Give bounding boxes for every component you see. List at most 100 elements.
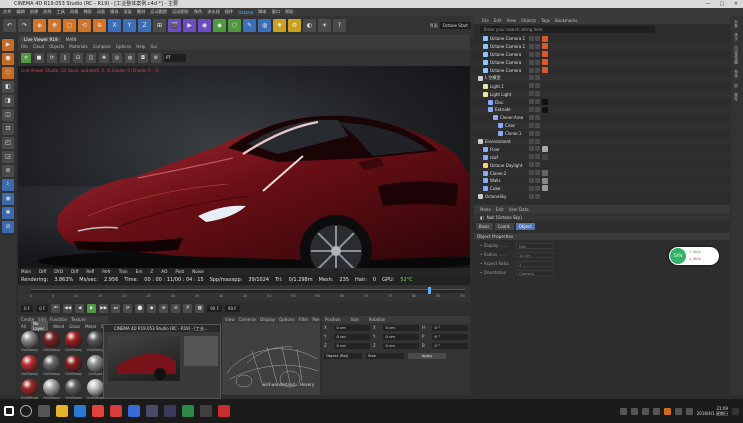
tool-button[interactable]: ⊚ [2,165,14,177]
size-field[interactable]: 0 cm [383,343,419,349]
restart-icon[interactable]: ⟳ [47,53,57,63]
render-pass-tab[interactable]: Main [21,269,31,274]
material-menu-item[interactable]: Texture [71,317,86,322]
tool-button[interactable]: ▶ [2,39,14,51]
apply-button[interactable]: Apply [408,353,446,359]
visibility-toggles[interactable] [529,193,540,199]
taskbar-preview-popup[interactable]: CINEMA 4D R19.053 Studio (RC - R19) - [工… [103,324,221,399]
right-tab[interactable]: 层 [735,84,740,88]
network-speed-widget[interactable]: 54% ↑ 0K/s ↓ 0K/s [669,247,719,265]
minimize-button[interactable]: — [701,0,715,8]
attribute-tab[interactable]: Object [515,222,535,230]
visibility-dot[interactable] [529,36,534,41]
visibility-dot[interactable] [529,43,534,49]
tool-button[interactable]: ◫ [2,109,14,121]
render-dot[interactable] [535,83,540,89]
object-row[interactable]: Ciroc [474,121,730,130]
object-menu-item[interactable]: Bookmarks [555,18,577,23]
render-dot[interactable] [535,51,540,57]
live-viewer-menu-item[interactable]: Options [116,44,131,49]
material-swatch[interactable]: OctGlossy [42,331,61,352]
tray-icon-1[interactable] [619,407,627,415]
material-swatch[interactable]: OctGlossy [42,355,61,376]
app-red-icon[interactable] [110,405,122,417]
material-swatch[interactable]: OctGlossy [20,331,39,352]
object-menu-item[interactable]: Edit [494,18,502,23]
lock-icon[interactable]: ⊡ [73,53,83,63]
visibility-dot[interactable] [529,185,534,191]
visibility-toggles[interactable] [529,99,540,105]
frame-start-field[interactable]: 0 F [21,304,34,312]
render-pass-tab[interactable]: Post [175,269,184,274]
camera-icon[interactable]: ◘ [138,53,148,63]
tool-button[interactable]: ✱ [2,207,14,219]
visibility-dot[interactable] [529,114,534,120]
attribute-menu-item[interactable]: Edit [496,207,504,212]
attribute-tab[interactable]: Basic [476,222,493,230]
task-view-icon[interactable] [38,405,50,417]
attribute-menu-item[interactable]: Mode [480,207,491,212]
object-row[interactable]: Cube [474,184,730,193]
size-field[interactable]: 0 cm [383,325,419,331]
render-pass-tab[interactable]: Diff [39,269,46,274]
visibility-toggles[interactable] [529,130,540,136]
editor-menu-item[interactable]: Panel [312,317,320,322]
visibility-toggles[interactable] [529,83,540,89]
toolbar-button[interactable]: ◈ [33,19,46,32]
attribute-tab[interactable]: Coord. [494,222,514,230]
tray-app-icon[interactable] [663,407,671,415]
visibility-dot[interactable] [529,138,534,144]
app-green-icon[interactable] [182,405,194,417]
render-dot[interactable] [535,146,540,152]
menu-item[interactable]: 创建 [30,9,38,15]
right-tab[interactable]: 对象 [735,20,740,27]
live-viewer-menu-item[interactable]: Objects [49,44,64,49]
attribute-menu-item[interactable]: User Data [509,207,529,212]
menu-item[interactable]: 文件 [3,9,11,15]
focus-icon[interactable]: ◎ [112,53,122,63]
visibility-dot[interactable] [529,99,534,105]
visibility-dot[interactable] [529,67,534,73]
tool-button[interactable]: ◰ [2,137,14,149]
position-field[interactable]: 0 cm [334,343,370,349]
render-pass-tab[interactable]: DYD [54,269,63,274]
ie-icon[interactable] [74,405,86,417]
object-row[interactable]: Environment [474,137,730,146]
playback-button[interactable]: ◀ [75,303,85,313]
toolbar-button[interactable]: 🎬 [168,19,181,32]
rotation-field[interactable]: 0 ° [432,325,468,331]
render-dot[interactable] [535,99,540,105]
region-icon[interactable]: ◫ [86,53,96,63]
render-dot[interactable] [535,170,540,176]
live-viewer-menu-item[interactable]: Compare [93,44,111,49]
object-tag[interactable] [542,169,548,176]
tool-button[interactable]: ⊡ [2,123,14,135]
object-row[interactable]: roof [474,153,730,162]
visibility-toggles[interactable] [529,43,540,49]
attribute-field[interactable]: 10 cm [516,252,554,258]
toolbar-button[interactable]: ▶ [183,19,196,32]
visibility-dot[interactable] [529,146,534,152]
right-tab[interactable]: 构造 [735,70,740,77]
object-row[interactable]: Extrude [474,106,730,114]
render-pass-tab[interactable]: Diff [71,269,78,274]
screen-recorder-icon[interactable] [218,405,230,417]
visibility-toggles[interactable] [529,170,540,176]
render-dot[interactable] [535,107,540,113]
app-blue-icon[interactable] [128,405,140,417]
visibility-dot[interactable] [529,51,534,57]
right-tab[interactable]: 属性 [735,93,740,100]
live-viewer-menu-item[interactable]: Help [136,44,145,49]
material-swatch[interactable]: OctGlossy [64,355,83,376]
kernel-mode-select[interactable]: PT [164,54,186,62]
tray-icon-4[interactable] [652,407,660,415]
visibility-toggles[interactable] [529,178,540,184]
render-dot[interactable] [535,162,540,168]
object-row[interactable]: Octane Camera [474,67,730,75]
playback-button[interactable]: P [183,303,193,313]
menu-item[interactable]: 渲染 [124,9,132,15]
render-pass-tab[interactable]: Refl [86,269,94,274]
visibility-toggles[interactable] [529,91,540,97]
playback-button[interactable]: ⟳ [123,303,133,313]
attribute-field[interactable]: Camera [516,270,554,276]
